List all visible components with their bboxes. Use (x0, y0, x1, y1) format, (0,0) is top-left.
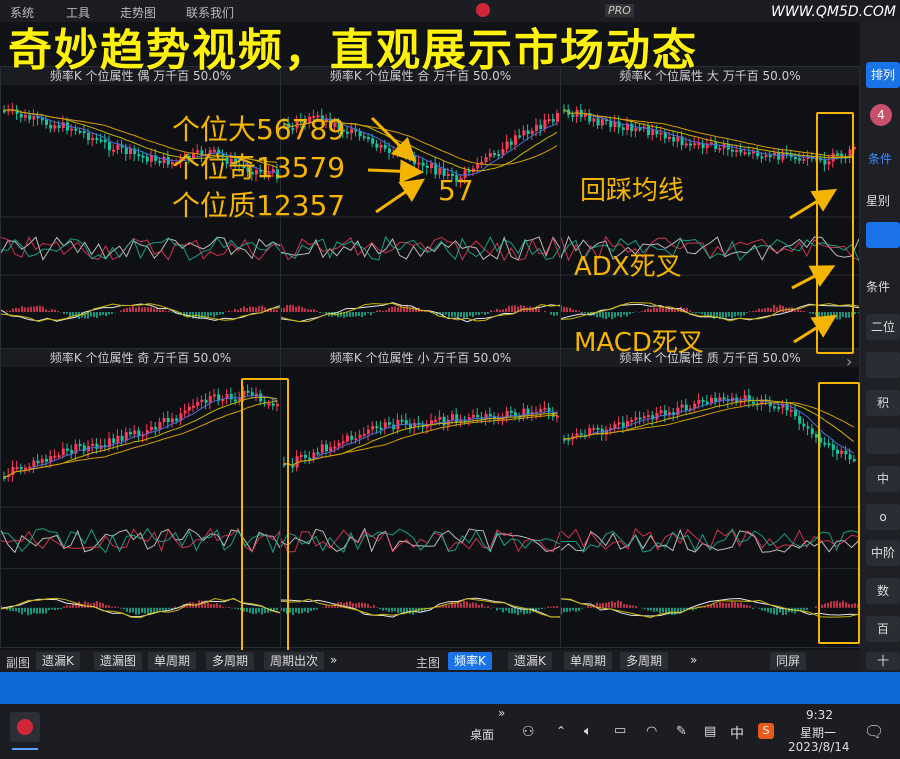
highlight-box-top-right (816, 112, 854, 354)
active-indicator (12, 748, 38, 750)
filter-label[interactable]: 条件 (868, 150, 892, 167)
people-icon[interactable]: ⚇ (522, 724, 535, 740)
highlight-box-bottom-right (818, 382, 860, 644)
side-item-8[interactable]: 数 (866, 578, 900, 604)
tab-single-period-main[interactable]: 单周期 (564, 652, 613, 670)
count-badge: 4 (870, 104, 892, 126)
taskbar-app-button[interactable] (10, 712, 40, 742)
side-item-4[interactable] (866, 428, 900, 454)
blue-strip (0, 672, 900, 704)
battery-icon[interactable]: ▭ (614, 723, 626, 738)
speaker-icon[interactable]: 🔈︎ (584, 724, 592, 739)
annotation-arrows (367, 116, 838, 344)
tab-missing-chart[interactable]: 遗漏图 (94, 652, 143, 670)
side-item-5[interactable]: 中 (866, 466, 900, 492)
star-select[interactable] (866, 222, 900, 248)
keyboard-icon[interactable]: ▤ (704, 724, 716, 739)
bottom-tab-bar: 副图 遗漏K 遗漏图 单周期 多周期 周期出次 » 主图 频率K 遗漏K 单周期… (0, 650, 860, 672)
app-icon (17, 719, 33, 735)
tab-frequency-k[interactable]: 频率K (448, 652, 492, 670)
taskbar: » 桌面 ⚇ ⌃ 🔈︎ ▭ ◠ ✎ ▤ 中 S 9:32 星期一 2023/8/… (0, 704, 900, 759)
side-item-9[interactable]: 百 (866, 616, 900, 642)
more-left-icon[interactable]: » (330, 653, 337, 667)
side-item-3[interactable]: 积 (866, 390, 900, 416)
side-item-1[interactable]: 二位 (866, 314, 900, 340)
ime-indicator[interactable]: 中 (730, 723, 744, 743)
highlight-box-bottom-left (241, 378, 289, 654)
tab-label-main: 主图 (416, 656, 441, 670)
tab-period-count[interactable]: 周期出次 (264, 652, 325, 670)
tab-missing-k-main[interactable]: 遗漏K (508, 652, 552, 670)
tab-multi-period-main[interactable]: 多周期 (620, 652, 669, 670)
arrow-prime (375, 178, 425, 214)
right-side-panel: 排列 4 条件 星别 条件 二位 积 中 o 中阶 数 百 十 › (846, 22, 900, 672)
clock-time[interactable]: 9:32 (806, 708, 833, 722)
arrow-big (370, 116, 417, 163)
cond-label: 条件 (866, 280, 891, 294)
side-item-10[interactable]: 十 (866, 652, 900, 670)
tab-label-sub: 副图 (6, 656, 31, 670)
arrow-odd (367, 159, 424, 184)
tray-up-icon[interactable]: ⌃ (556, 724, 566, 738)
side-item-2[interactable] (866, 352, 900, 378)
clock-weekday[interactable]: 星期一 (800, 724, 836, 741)
sogou-ime-icon[interactable]: S (758, 723, 774, 739)
more-right-icon[interactable]: » (690, 653, 697, 667)
tab-single-period[interactable]: 单周期 (148, 652, 197, 670)
pen-icon[interactable]: ✎ (676, 724, 687, 739)
tab-missing-k[interactable]: 遗漏K (36, 652, 80, 670)
expand-chevron-icon[interactable]: › (846, 352, 852, 371)
notification-icon[interactable]: 🗨︎ (864, 722, 884, 741)
wifi-icon[interactable]: ◠ (646, 724, 657, 739)
same-screen-button[interactable]: 同屏 (770, 652, 807, 670)
arrange-button[interactable]: 排列 (866, 62, 900, 88)
clock-date[interactable]: 2023/8/14 (788, 740, 850, 754)
star-label: 星别 (866, 194, 891, 208)
taskbar-chevron-icon[interactable]: » (498, 706, 505, 720)
desktop-label[interactable]: 桌面 (470, 726, 494, 743)
side-item-6[interactable]: o (866, 504, 900, 530)
tab-multi-period[interactable]: 多周期 (206, 652, 255, 670)
side-item-7[interactable]: 中阶 (866, 540, 900, 566)
